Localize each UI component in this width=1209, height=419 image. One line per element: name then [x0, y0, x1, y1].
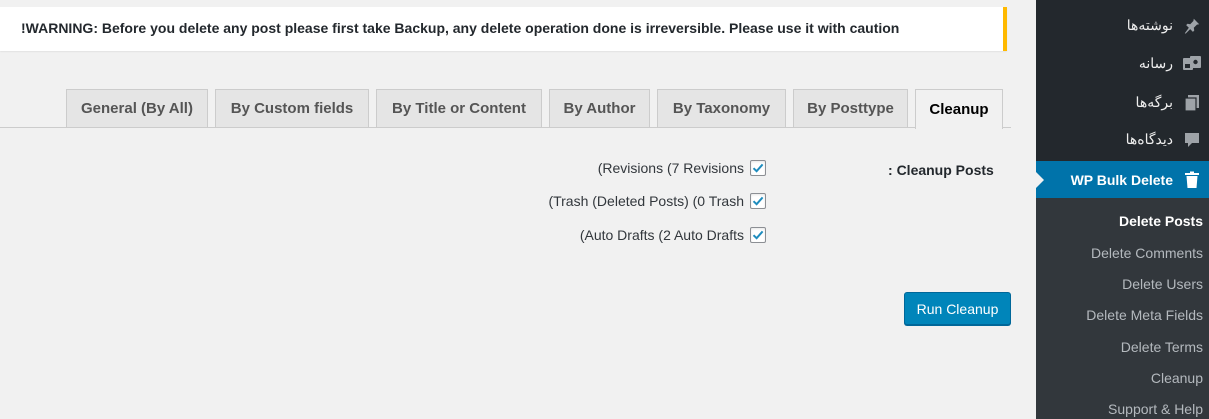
- menu-wp-bulk-delete[interactable]: WP Bulk Delete: [1036, 161, 1209, 198]
- warning-notice: !WARNING: Before you delete any post ple…: [0, 7, 1007, 51]
- tab-by-author[interactable]: By Author: [549, 89, 650, 127]
- trash-icon: [1182, 170, 1202, 190]
- media-icon: [1182, 54, 1202, 74]
- tab-by-posttype[interactable]: By Posttype: [793, 89, 908, 127]
- tab-cleanup[interactable]: Cleanup: [915, 89, 1003, 129]
- tab-by-taxonomy[interactable]: By Taxonomy: [657, 89, 786, 127]
- tab-by-custom-fields[interactable]: By Custom fields: [215, 89, 369, 127]
- menu-media[interactable]: رسانه: [1036, 45, 1209, 82]
- tabs-divider: [0, 127, 1011, 128]
- comment-icon: [1182, 130, 1202, 150]
- menu-posts-label: نوشته‌ها: [1126, 17, 1173, 33]
- tab-general-by-all[interactable]: General (By All): [66, 89, 208, 127]
- submenu-delete-users[interactable]: Delete Users: [1122, 276, 1203, 292]
- menu-pages[interactable]: برگه‌ها: [1036, 84, 1209, 121]
- pin-icon: [1182, 16, 1202, 36]
- menu-comments-label: دیدگاه‌ها: [1125, 131, 1173, 147]
- submenu-delete-posts[interactable]: Delete Posts: [1119, 213, 1203, 229]
- menu-posts[interactable]: نوشته‌ها: [1036, 7, 1209, 44]
- menu-wp-bulk-delete-label: WP Bulk Delete: [1070, 171, 1173, 188]
- tab-by-title-or-content[interactable]: By Title or Content: [376, 89, 542, 127]
- trash-checkbox[interactable]: [750, 193, 766, 209]
- admin-sidebar: نوشته‌ها رسانه برگه‌ها دیدگاه‌ها WP Bulk…: [1036, 0, 1209, 419]
- option-auto-drafts-label: (Auto Drafts (2 Auto Drafts: [579, 227, 744, 243]
- submenu-delete-terms[interactable]: Delete Terms: [1121, 339, 1203, 355]
- option-trash[interactable]: (Trash (Deleted Posts) (0 Trash: [548, 191, 766, 211]
- revisions-checkbox[interactable]: [750, 160, 766, 176]
- menu-media-label: رسانه: [1138, 55, 1173, 71]
- cleanup-posts-label: Cleanup Posts :: [888, 162, 994, 178]
- auto-drafts-checkbox[interactable]: [750, 227, 766, 243]
- submenu-delete-comments[interactable]: Delete Comments: [1091, 245, 1203, 261]
- option-revisions-label: (Revisions (7 Revisions: [597, 160, 744, 176]
- option-auto-drafts[interactable]: (Auto Drafts (2 Auto Drafts: [580, 225, 766, 245]
- submenu-cleanup[interactable]: Cleanup: [1151, 370, 1203, 386]
- bulk-delete-submenu: Delete Posts Delete Comments Delete User…: [1036, 198, 1209, 419]
- menu-comments[interactable]: دیدگاه‌ها: [1036, 121, 1209, 158]
- option-trash-label: (Trash (Deleted Posts) (0 Trash: [548, 193, 744, 209]
- menu-pages-label: برگه‌ها: [1135, 94, 1173, 110]
- pages-icon: [1182, 93, 1202, 113]
- warning-text: !WARNING: Before you delete any post ple…: [21, 20, 900, 36]
- run-cleanup-button[interactable]: Run Cleanup: [904, 292, 1011, 325]
- submenu-support-help[interactable]: Support & Help: [1108, 401, 1203, 417]
- submenu-delete-meta-fields[interactable]: Delete Meta Fields: [1086, 307, 1203, 323]
- option-revisions[interactable]: (Revisions (7 Revisions: [598, 158, 766, 178]
- current-menu-arrow: [1036, 172, 1044, 188]
